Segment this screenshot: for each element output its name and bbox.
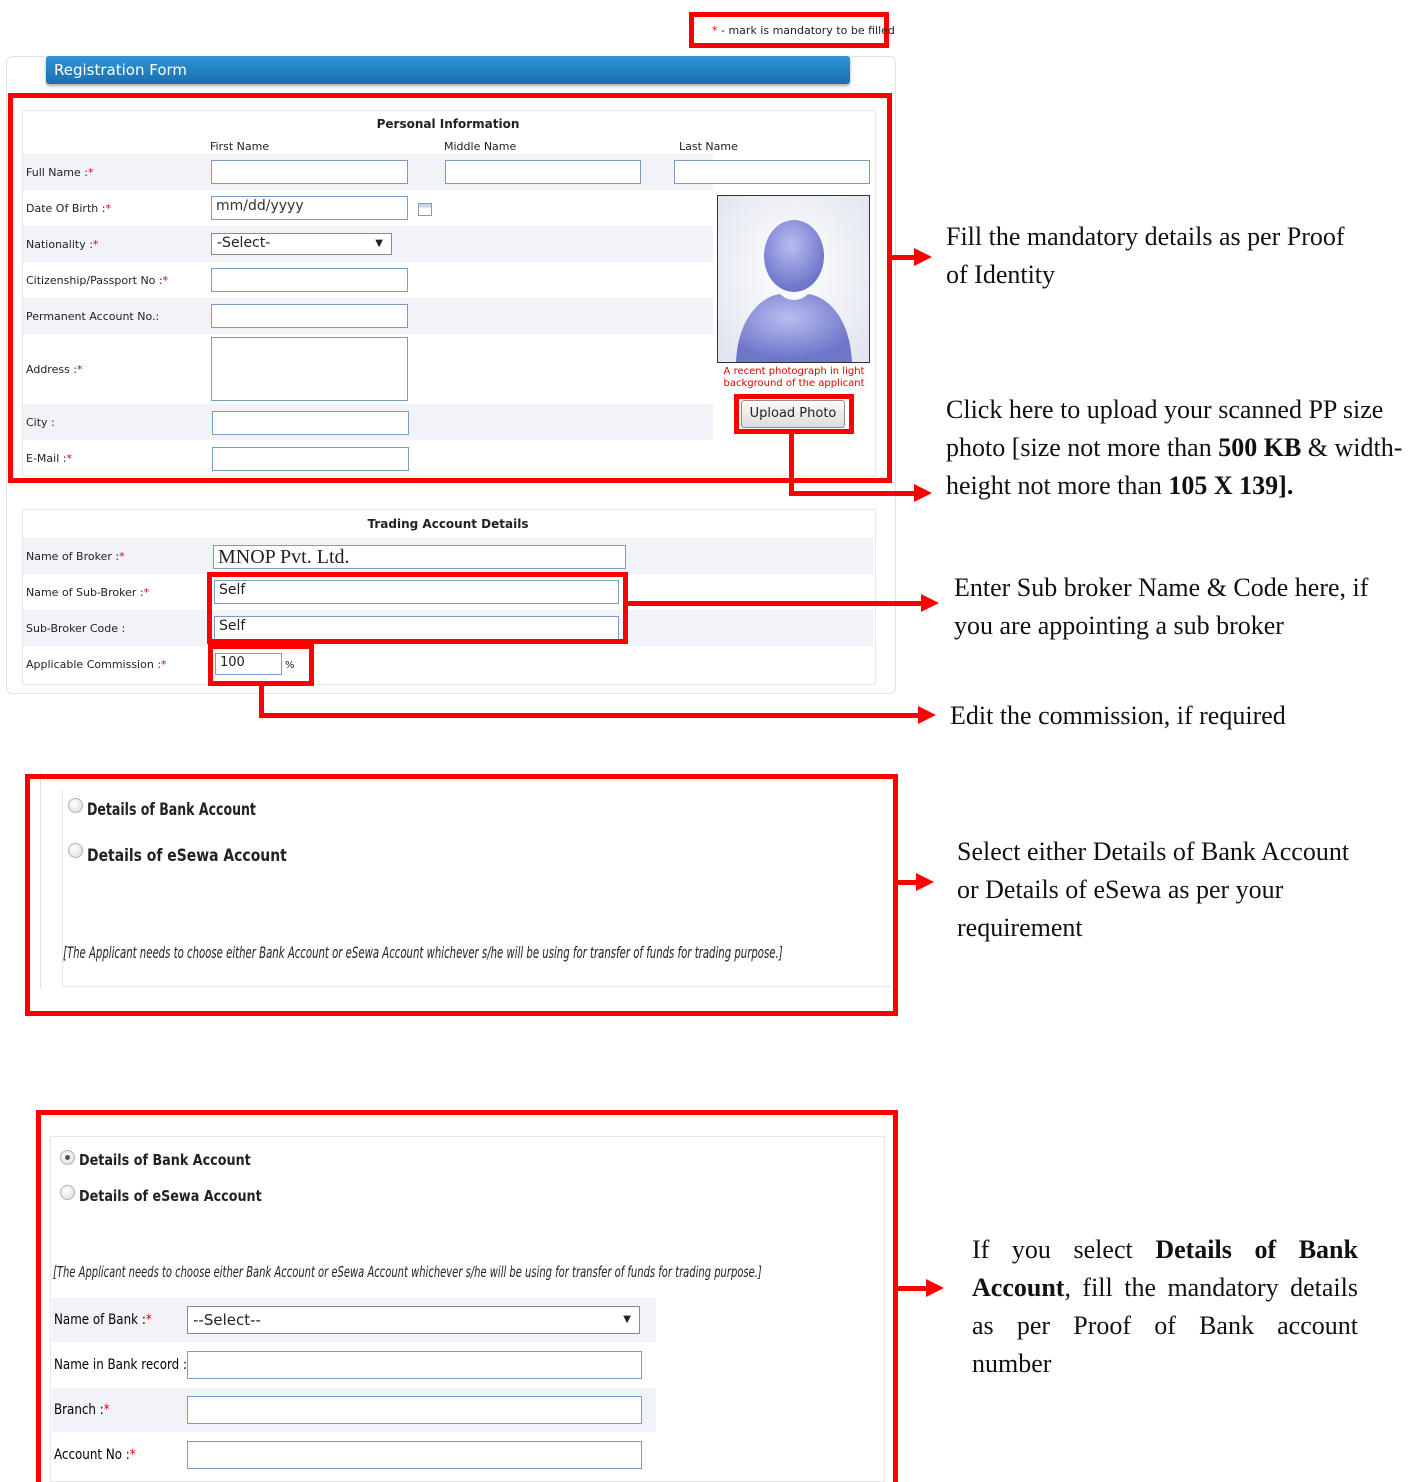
connector-line	[898, 1286, 928, 1291]
arrow-right-icon	[921, 594, 939, 612]
connector-line	[628, 601, 922, 606]
connector-line	[789, 434, 794, 496]
commission-highlight	[208, 644, 314, 686]
arrow-right-icon	[914, 248, 932, 266]
annotation-sub-broker: Enter Sub broker Name & Code here, if yo…	[954, 573, 1369, 640]
account-choice-highlight-1	[25, 774, 898, 1016]
commission-label: Applicable Commission :*	[26, 658, 167, 671]
annotation-select-account: Select either Details of Bank Account or…	[957, 837, 1350, 942]
personal-highlight	[8, 93, 892, 483]
subbroker-label: Name of Sub-Broker :*	[26, 586, 150, 599]
broker-label: Name of Broker :*	[26, 550, 125, 563]
annotation-proof-of-identity: Fill the mandatory details as per Proof …	[946, 222, 1345, 289]
subcode-label: Sub-Broker Code :	[26, 622, 126, 635]
broker-input[interactable]: MNOP Pvt. Ltd.	[213, 545, 626, 569]
annotation-bank-details: If you select Details of Bank Account, f…	[972, 1235, 1358, 1378]
connector-line	[259, 713, 919, 718]
mandatory-note: * - mark is mandatory to be filled	[712, 24, 895, 37]
arrow-right-icon	[916, 873, 934, 891]
annotation-commission: Edit the commission, if required	[950, 701, 1286, 730]
account-choice-highlight-2	[36, 1110, 898, 1482]
connector-line	[789, 491, 915, 496]
subbroker-highlight	[207, 572, 628, 644]
connector-line	[898, 880, 918, 885]
arrow-right-icon	[926, 1279, 944, 1297]
arrow-right-icon	[918, 706, 936, 724]
connector-line	[892, 255, 916, 260]
arrow-right-icon	[914, 484, 932, 502]
form-header-bar: Registration Form	[46, 56, 850, 84]
trading-title: Trading Account Details	[367, 517, 529, 531]
annotation-upload-photo: Click here to upload your scanned PP siz…	[946, 395, 1403, 500]
form-header-title: Registration Form	[54, 61, 188, 79]
